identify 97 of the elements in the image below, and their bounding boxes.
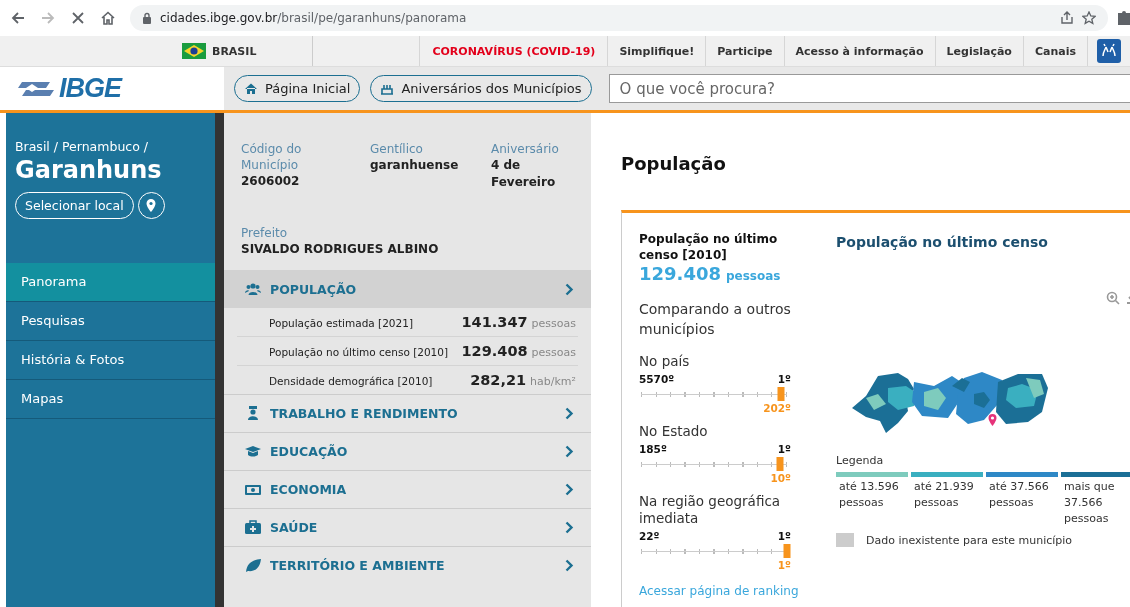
section-header[interactable]: TERRITÓRIO E AMBIENTE: [224, 546, 591, 584]
section-title: EDUCAÇÃO: [270, 444, 349, 459]
rank-position: 1º: [776, 559, 791, 571]
section-header[interactable]: TRABALHO E RENDIMENTO: [224, 394, 591, 432]
breadcrumb: Brasil / Pernambuco /: [15, 139, 149, 154]
graduation-cap-icon: [245, 444, 261, 459]
legend-title: Legenda: [836, 454, 885, 467]
rank-min: 22º: [639, 530, 660, 542]
fact-value: SIVALDO RODRIGUES ALBINO: [241, 241, 440, 258]
rank-position: 10º: [769, 472, 791, 484]
section-title: População: [621, 153, 727, 174]
stat-value: 129.408: [639, 263, 721, 284]
home-icon[interactable]: [100, 10, 116, 26]
rank-min: 5570º: [639, 373, 675, 385]
section-title: ECONOMIA: [270, 482, 348, 497]
sidebar-item[interactable]: Pesquisas: [6, 302, 215, 341]
back-icon[interactable]: [10, 10, 26, 26]
fact-label: Código do Município: [241, 141, 303, 173]
close-icon[interactable]: [70, 10, 86, 26]
section-header[interactable]: POPULAÇÃO: [224, 270, 591, 308]
rank-min: 185º: [639, 443, 667, 455]
medical-kit-icon: [245, 520, 261, 535]
people-icon: [245, 281, 261, 297]
section-header[interactable]: ECONOMIA: [224, 470, 591, 508]
nav-link[interactable]: Simplifique!: [608, 36, 707, 66]
star-icon[interactable]: [1082, 11, 1096, 25]
sidebar-item[interactable]: Mapas: [6, 380, 215, 419]
fact-value: 2606002: [241, 173, 301, 190]
section-title: TERRITÓRIO E AMBIENTE: [270, 558, 446, 573]
zoom-in-icon[interactable]: [1106, 291, 1120, 305]
chevron-right-icon: [565, 282, 574, 296]
nav-link[interactable]: Canais: [1023, 36, 1088, 66]
city-title: Garanhuns: [15, 156, 163, 184]
sidebar-item[interactable]: Panorama: [6, 263, 215, 302]
comparison-title: Comparando a outros municípios: [639, 300, 792, 339]
rank-max: 1º: [777, 443, 791, 455]
country-label: BRASIL: [212, 44, 257, 58]
stat-unit: pessoas: [531, 316, 576, 332]
brazil-flag-icon: [182, 43, 206, 59]
stat-label: População no último censo [2010]: [269, 345, 450, 360]
section-title: TRABALHO E RENDIMENTO: [270, 406, 459, 421]
fact-label: Prefeito: [241, 225, 289, 241]
nav-link[interactable]: Participe: [706, 36, 785, 66]
home-icon: [244, 81, 258, 96]
stat-unit: pessoas: [726, 269, 781, 283]
ranking-label: No país: [639, 353, 691, 370]
nav-link[interactable]: Acesso à informação: [784, 36, 936, 66]
fact-label: Gentílico: [370, 141, 424, 157]
stat-value: 129.408: [461, 342, 528, 361]
logo-text: IBGE: [59, 73, 121, 104]
legend-label: Dado inexistente para este município: [866, 533, 1073, 547]
ranking-label: No Estado: [639, 423, 709, 440]
chevron-right-icon: [565, 407, 574, 420]
map-title: População no último censo: [836, 234, 1049, 250]
legend-label: até 21.939 pessoas: [913, 479, 975, 511]
search-field[interactable]: O que você procura?: [608, 74, 1130, 103]
pin-icon: [988, 414, 997, 426]
chevron-right-icon: [565, 483, 574, 496]
stat-unit: hab/km²: [530, 374, 576, 390]
fact-value: 4 de Fevereiro: [491, 157, 557, 191]
legend-swatch: [836, 533, 854, 547]
address-bar[interactable]: cidades.ibge.gov.br/brasil/pe/garanhuns/panorama: [130, 5, 1108, 31]
stat-label: População estimada [2021]: [269, 316, 414, 331]
rank-position: 202º: [762, 402, 791, 414]
url-text: cidades.ibge.gov.br/brasil/pe/garanhuns/panorama: [160, 11, 467, 25]
legend-label: até 37.566 pessoas: [988, 479, 1050, 511]
nav-button[interactable]: Página Inicial: [234, 75, 361, 102]
worker-icon: [245, 406, 261, 421]
rank-max: 1º: [777, 530, 791, 542]
legend-label: mais que 37.566 pessoas: [1063, 479, 1116, 527]
nav-button[interactable]: Aniversários dos Municípios: [370, 75, 592, 102]
legend-label: até 13.596 pessoas: [838, 479, 900, 511]
ranking-link[interactable]: Acessar página de ranking: [639, 584, 799, 598]
section-header[interactable]: SAÚDE: [224, 508, 591, 546]
nav-link[interactable]: Legislação: [935, 36, 1024, 66]
stat-value: 141.347: [461, 313, 528, 332]
fact-label: Aniversário: [491, 141, 560, 157]
alert-link[interactable]: CORONAVÍRUS (COVID-19): [420, 36, 609, 66]
pin-icon: [146, 199, 157, 212]
chevron-right-icon: [565, 521, 574, 534]
stat-value: 282,21: [470, 371, 527, 390]
fact-value: garanhuense: [370, 157, 460, 174]
banknote-icon: [245, 482, 261, 497]
section-title: POPULAÇÃO: [270, 281, 358, 297]
stat-heading: População no último censo [2010]: [639, 231, 779, 263]
rank-max: 1º: [777, 373, 791, 385]
section-header[interactable]: EDUCAÇÃO: [224, 432, 591, 470]
stat-unit: pessoas: [531, 345, 576, 361]
share-icon[interactable]: [1060, 11, 1074, 25]
lock-icon: [142, 12, 152, 24]
stat-label: Densidade demográfica [2010]: [269, 374, 434, 389]
ranking-label: Na região geográfica imediata: [639, 493, 782, 527]
section-title: SAÚDE: [270, 520, 319, 535]
leaf-icon: [245, 558, 261, 573]
sidebar-item[interactable]: História & Fotos: [6, 341, 215, 380]
chevron-right-icon: [565, 559, 574, 572]
chevron-right-icon: [565, 445, 574, 458]
